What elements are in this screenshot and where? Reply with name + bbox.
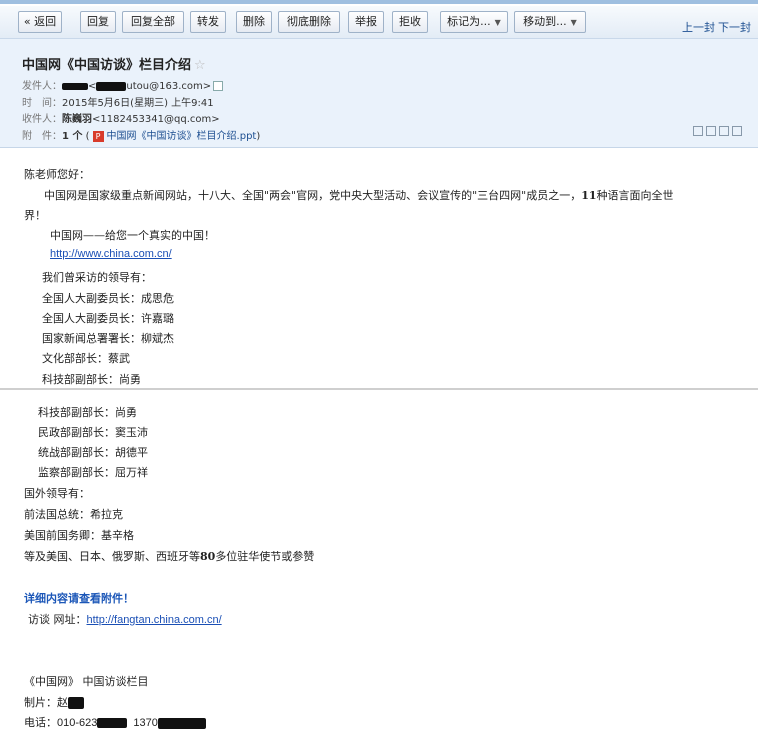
leader-item: 全国人大副委员长：成思危 — [42, 292, 174, 305]
time-label: 时 间： — [22, 98, 62, 109]
reply-all-button[interactable]: 回复全部 — [122, 11, 184, 33]
delete-button[interactable]: 删除 — [236, 11, 272, 33]
mark-as-label: 标记为... — [447, 15, 491, 28]
slogan: 中国网——给您一个真实的中国！ — [50, 229, 215, 242]
ambassadors-line: 等及美国、日本、俄罗斯、西班牙等80多位驻华使节或参赞 — [24, 548, 314, 564]
visit-label: 访谈 网址： — [28, 613, 87, 626]
attachment-label: 附 件： — [22, 131, 62, 142]
foreign-item: 前法国总统：希拉克 — [24, 508, 123, 521]
reply-button[interactable]: 回复 — [80, 11, 116, 33]
contact-card-icon[interactable] — [213, 81, 224, 91]
header-tools — [690, 126, 742, 137]
ambassadors-post: 多位驻华使节或参赞 — [215, 550, 315, 563]
to-label: 收件人： — [22, 114, 62, 125]
forward-button[interactable]: 转发 — [190, 11, 226, 33]
greeting: 陈老师您好： — [24, 168, 90, 181]
producer-line: 制片：赵 — [24, 694, 84, 710]
leader-item: 科技部副部长：尚勇 — [38, 406, 137, 419]
top-border — [0, 0, 758, 4]
time-row: 时 间：2015年5月6日(星期三) 上午9:41 — [22, 94, 214, 109]
from-row: 发件人： < utou@163.com> — [22, 77, 224, 92]
from-value: < — [88, 81, 97, 92]
mail-subject: 中国网《中国访谈》栏目介绍 ☆ — [22, 54, 206, 73]
mark-as-dropdown[interactable]: 标记为... ▼ — [440, 11, 508, 33]
attachment-count[interactable]: 1 个 — [62, 131, 82, 142]
detail-notice: 详细内容请查看附件！ — [24, 592, 134, 605]
chevron-down-icon: ▼ — [570, 18, 577, 27]
to-name: 陈巍羽 — [62, 114, 92, 125]
prev-link[interactable]: 上一封 — [682, 19, 715, 35]
intro-text: 中国网是国家级重点新闻网站，十八大、全国"两会"官网，党中央大型活动、会议宣传的… — [44, 189, 582, 202]
email-reader: « 返回 回复 回复全部 转发 删除 彻底删除 举报 拒收 标记为... ▼ 移动… — [0, 0, 758, 736]
attachment-open-paren: ( — [85, 131, 90, 142]
page-icon[interactable] — [706, 126, 716, 136]
fangtan-url-link[interactable]: http://fangtan.china.com.cn/ — [87, 614, 222, 626]
next-link[interactable]: 下一封 — [718, 19, 751, 35]
screenshot-divider — [0, 388, 758, 390]
redacted-block — [96, 81, 127, 91]
foreign-title: 国外领导有： — [24, 487, 90, 500]
phone-label: 电话： — [24, 716, 57, 729]
redacted-block — [157, 717, 206, 729]
leader-item: 民政部副部长：窦玉沛 — [38, 426, 148, 439]
redacted-block — [68, 697, 84, 709]
producer-label: 制片：赵 — [24, 696, 68, 709]
signature-title: 《中国网》 中国访谈栏目 — [24, 675, 149, 688]
from-label: 发件人： — [22, 81, 62, 92]
ambassadors-count: 80 — [200, 550, 216, 563]
mobile-prefix: 1370 — [133, 717, 158, 729]
report-button[interactable]: 举报 — [348, 11, 384, 33]
ambassadors-pre: 等及美国、日本、俄罗斯、西班牙等 — [24, 550, 200, 563]
leader-item: 监察部副部长：屈万祥 — [38, 466, 148, 479]
reject-button[interactable]: 拒收 — [392, 11, 428, 33]
subject-text: 中国网《中国访谈》栏目介绍 — [22, 58, 192, 73]
phone-line: 电话：010-623 1370 — [24, 714, 206, 730]
attachment-link[interactable]: 中国网《中国访谈》栏目介绍.ppt — [107, 131, 257, 142]
leader-item: 统战部副部长：胡德平 — [38, 446, 148, 459]
back-button[interactable]: « 返回 — [18, 11, 62, 33]
intro-continuation: 界！ — [24, 209, 46, 222]
delete-forever-button[interactable]: 彻底删除 — [278, 11, 340, 33]
move-to-label: 移动到... — [523, 15, 567, 28]
to-email[interactable]: <1182453341@qq.com> — [92, 114, 220, 125]
leader-item: 文化部部长：蔡武 — [42, 352, 130, 365]
attachment-row: 附 件：1 个 (P 中国网《中国访谈》栏目介绍.ppt) — [22, 127, 260, 142]
leader-item: 国家新闻总署署长：柳斌杰 — [42, 332, 174, 345]
window-icon[interactable] — [693, 126, 703, 136]
leader-item: 科技部副部长：尚勇 — [42, 373, 141, 386]
leaders-title: 我们曾采访的领导有： — [42, 271, 152, 284]
from-email[interactable]: utou@163.com> — [126, 81, 211, 92]
attachment-close-paren: ) — [256, 131, 261, 142]
phone-prefix: 010-623 — [57, 717, 98, 729]
foreign-item: 美国前国务卿：基辛格 — [24, 529, 134, 542]
ppt-file-icon: P — [92, 130, 104, 142]
redacted-block — [97, 718, 128, 728]
toolbar: « 返回 回复 回复全部 转发 删除 彻底删除 举报 拒收 标记为... ▼ 移动… — [0, 6, 758, 39]
language-count: 11 — [581, 189, 597, 202]
print-icon[interactable] — [732, 126, 742, 136]
china-url-link[interactable]: http://www.china.com.cn/ — [50, 248, 172, 260]
star-icon[interactable]: ☆ — [194, 58, 206, 73]
redacted-block — [62, 82, 88, 90]
visit-line: 访谈 网址：http://fangtan.china.com.cn/ — [28, 611, 222, 627]
intro-paragraph: 中国网是国家级重点新闻网站，十八大、全国"两会"官网，党中央大型活动、会议宣传的… — [44, 187, 674, 203]
intro-end: 种语言面向全世 — [596, 189, 674, 202]
chevron-down-icon: ▼ — [494, 18, 501, 27]
move-to-dropdown[interactable]: 移动到... ▼ — [514, 11, 586, 33]
to-row: 收件人：陈巍羽<1182453341@qq.com> — [22, 110, 220, 125]
copy-icon[interactable] — [719, 126, 729, 136]
leader-item: 全国人大副委员长：许嘉璐 — [42, 312, 174, 325]
time-value: 2015年5月6日(星期三) 上午9:41 — [62, 98, 214, 109]
